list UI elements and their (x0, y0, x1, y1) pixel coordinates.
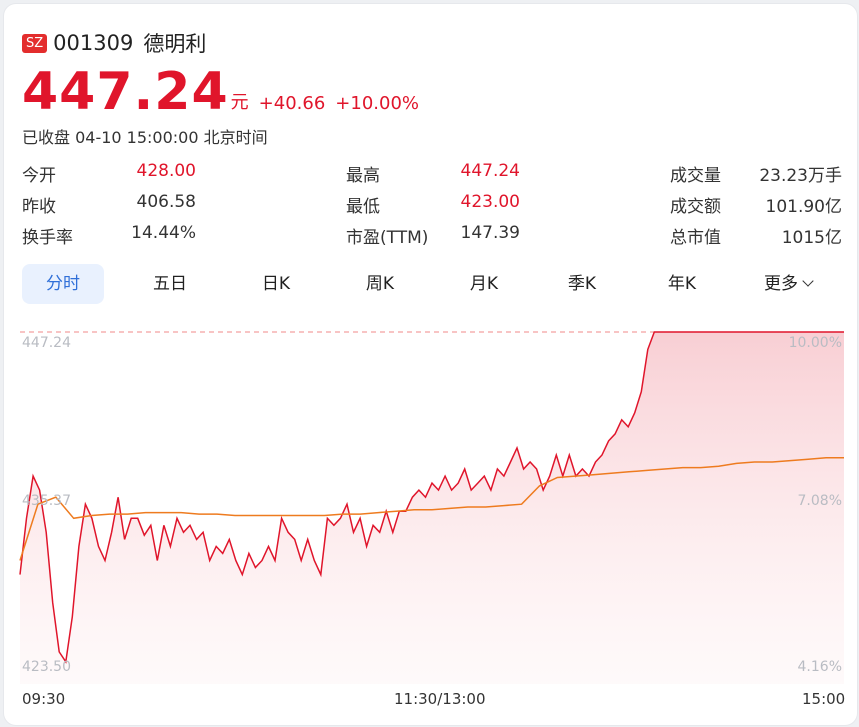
tab-intraday[interactable]: 分时 (22, 264, 104, 304)
stat-value: 101.90亿 (765, 197, 842, 217)
exchange-badge: SZ (22, 33, 48, 53)
stat-value: 147.39 (460, 223, 520, 243)
stat-value: 14.44% (131, 223, 196, 243)
stat-label: 总市值 (670, 228, 721, 248)
y-left-tick: 447.24 (22, 335, 71, 351)
y-left-tick: 423.50 (22, 659, 71, 675)
stock-quote-card: SZ 001309 德明利 447.24 元 +40.66 +10.00% 已收… (4, 4, 857, 725)
tab-yearly-k[interactable]: 年K (642, 264, 722, 304)
stat-label: 成交量 (670, 166, 721, 186)
tab-monthly-k[interactable]: 月K (444, 264, 524, 304)
period-tabs: 分时 五日 日K 周K 月K 季K 年K 更多 (22, 264, 842, 304)
intraday-chart[interactable]: 447.24 435.37 423.50 10.00% 7.08% 4.16% (4, 304, 857, 724)
y-right-tick: 10.00% (789, 335, 842, 351)
price-unit: 元 (230, 92, 249, 113)
tab-more-label: 更多 (764, 274, 798, 294)
stat-label: 昨收 (22, 197, 56, 217)
stock-name: 德明利 (143, 32, 207, 56)
stock-title: SZ 001309 德明利 (22, 28, 206, 58)
stock-code: 001309 (53, 31, 134, 55)
tab-more[interactable]: 更多 (748, 264, 828, 304)
tab-daily-k[interactable]: 日K (236, 264, 316, 304)
current-price: 447.24 (22, 62, 229, 122)
price-change-pct: +10.00% (335, 93, 420, 114)
x-tick-open: 09:30 (22, 690, 66, 708)
chevron-down-icon (802, 275, 814, 287)
stat-label: 换手率 (22, 228, 73, 248)
price-row: 447.24 元 +40.66 +10.00% (22, 64, 419, 120)
price-area (20, 332, 844, 684)
stat-value: 423.00 (460, 192, 520, 212)
y-right-tick: 4.16% (798, 659, 842, 675)
stat-label: 市盈(TTM) (346, 228, 429, 248)
stat-label: 最高 (346, 166, 380, 186)
stat-label: 最低 (346, 197, 380, 217)
x-tick-midday: 11:30/13:00 (394, 690, 486, 708)
stat-value: 447.24 (460, 161, 520, 181)
chart-svg: 447.24 435.37 423.50 10.00% 7.08% 4.16% (19, 331, 844, 684)
stat-value: 406.58 (136, 192, 196, 212)
stat-label: 成交额 (670, 197, 721, 217)
tab-weekly-k[interactable]: 周K (340, 264, 420, 304)
y-right-tick: 7.08% (798, 493, 842, 509)
stat-value: 1015亿 (781, 228, 842, 248)
stat-label: 今开 (22, 166, 56, 186)
x-tick-close: 15:00 (802, 690, 846, 708)
stat-value: 23.23万手 (759, 166, 842, 186)
market-status: 已收盘 04-10 15:00:00 北京时间 (22, 128, 268, 147)
stat-value: 428.00 (136, 161, 196, 181)
tab-quarterly-k[interactable]: 季K (542, 264, 622, 304)
tab-five-day[interactable]: 五日 (130, 264, 210, 304)
y-left-tick: 435.37 (22, 493, 71, 509)
price-change: +40.66 (258, 93, 326, 114)
